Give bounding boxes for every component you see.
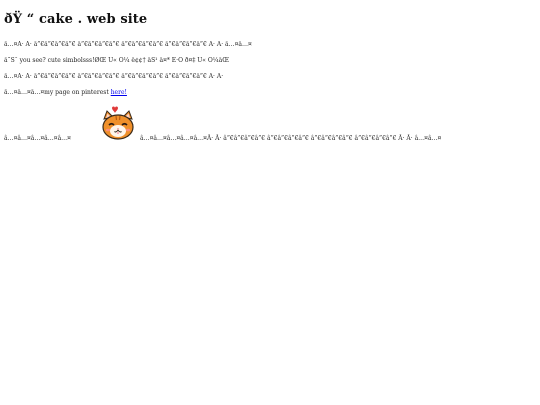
divider-line-2: â…¤Â· Â· â”€â”€â”€â”€ â”€â”€â”€â”€ â”€â”…: [4, 73, 224, 80]
pinterest-line: â…¤â…¤â…¤my page on pinterest here!: [4, 89, 536, 97]
cat-image: [97, 103, 139, 145]
page-title: ðŸ “ cake . web site: [4, 12, 148, 27]
pinterest-link[interactable]: here!: [111, 89, 127, 96]
page: ðŸ “ cake . web site â…¤Â· Â· â”€â”€â”€â…: [0, 0, 540, 405]
pinterest-text: â…¤â…¤â…¤my page on pinterest: [4, 89, 111, 96]
heart-icon: [112, 106, 118, 113]
cat-row: â…¤â…¤â…¤â…¤â…¤ â…¤â…¤â…¤â…¤â…¤Â· Â· â”€…: [4, 103, 536, 143]
cat-face-icon: [102, 106, 134, 140]
cute-symbols-text: â˜Šˆ you see? cute simbolsss!ØŒ Ü« Ò¼ ê¢…: [4, 57, 230, 64]
cat-row-right-text: â…¤â…¤â…¤â…¤â…¤Â· Â· â”€â”€â”€â”€ â”€â”€…: [140, 135, 442, 142]
divider-line-1: â…¤Â· Â· â”€â”€â”€â”€ â”€â”€â”€â”€ â”€â”…: [4, 41, 252, 48]
cat-row-left-text: â…¤â…¤â…¤â…¤â…¤: [4, 135, 71, 142]
